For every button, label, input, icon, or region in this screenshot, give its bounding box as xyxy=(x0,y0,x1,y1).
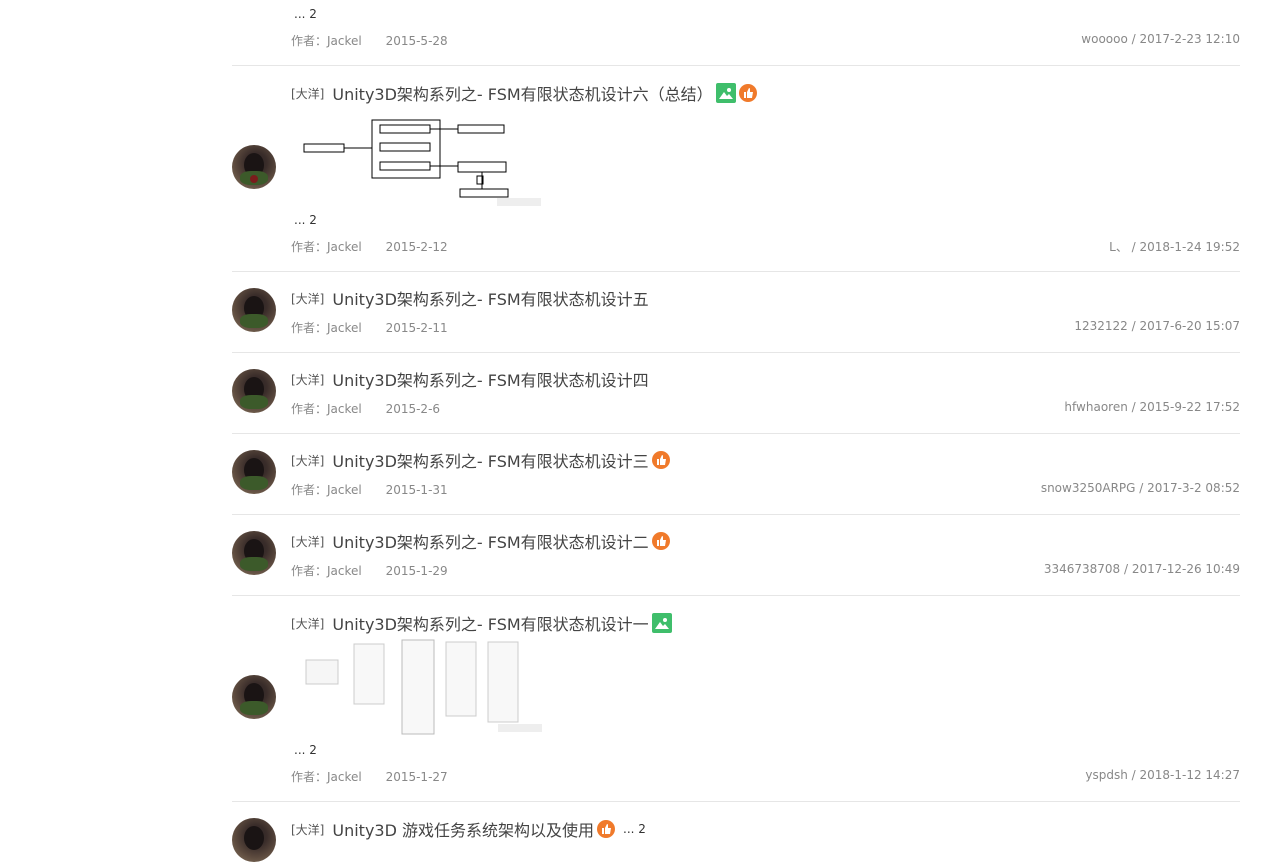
thread-title[interactable]: Unity3D架构系列之- FSM有限状态机设计四 xyxy=(332,367,648,391)
thread-thumbnail[interactable] xyxy=(302,116,552,206)
page-link[interactable]: ... 2 xyxy=(294,213,317,227)
author[interactable]: 作者：Jackel xyxy=(291,564,362,578)
avatar[interactable] xyxy=(232,531,276,575)
post-date: 2015-5-28 xyxy=(385,34,448,48)
thread-tag[interactable]: [大洋] xyxy=(291,290,324,307)
thread-title[interactable]: Unity3D架构系列之- FSM有限状态机设计一 xyxy=(332,611,648,635)
thread-title-line: [大洋] Unity3D架构系列之- FSM有限状态机设计四 xyxy=(291,368,649,390)
thread-title[interactable]: Unity3D架构系列之- FSM有限状态机设计三 xyxy=(332,448,648,472)
thread-item: [大洋] Unity3D架构系列之- FSM有限状态机设计六（总结） ... 2… xyxy=(232,66,1240,272)
avatar[interactable] xyxy=(232,369,276,413)
thumbs-up-icon xyxy=(651,451,670,469)
author[interactable]: 作者：Jackel xyxy=(291,321,362,335)
thread-thumbnail[interactable] xyxy=(302,638,552,738)
thread-tag[interactable]: [大洋] xyxy=(291,821,324,838)
thread-title-line: [大洋] Unity3D架构系列之- FSM有限状态机设计六（总结） xyxy=(291,82,757,104)
last-reply[interactable]: yspdsh / 2018-1-12 14:27 xyxy=(1085,768,1240,782)
author[interactable]: 作者：Jackel xyxy=(291,402,362,416)
author[interactable]: 作者：Jackel xyxy=(291,483,362,497)
thumbs-up-icon xyxy=(738,84,757,102)
thread-item: [大洋] Unity3D架构系列之- FSM有限状态机设计五 作者：Jackel… xyxy=(232,272,1240,353)
avatar[interactable] xyxy=(232,145,276,189)
page-link[interactable]: ... 2 xyxy=(294,7,317,21)
thread-tag[interactable]: [大洋] xyxy=(291,85,324,102)
thread-title-line: [大洋] Unity3D架构系列之- FSM有限状态机设计二 xyxy=(291,530,670,552)
thread-meta: 作者：Jackel 2015-1-29 xyxy=(291,562,468,579)
last-reply[interactable]: snow3250ARPG / 2017-3-2 08:52 xyxy=(1041,481,1240,495)
thread-title[interactable]: Unity3D架构系列之- FSM有限状态机设计六（总结） xyxy=(332,81,712,105)
thread-item: ... 2 作者：Jackel 2015-5-28 wooooo / 2017-… xyxy=(232,0,1240,66)
author[interactable]: 作者：Jackel xyxy=(291,240,362,254)
thread-title-line: [大洋] Unity3D 游戏任务系统架构以及使用 ... 2 xyxy=(291,818,646,840)
thumbs-up-icon xyxy=(597,820,616,838)
thread-item: [大洋] Unity3D架构系列之- FSM有限状态机设计二 作者：Jackel… xyxy=(232,515,1240,596)
thread-item: [大洋] Unity3D架构系列之- FSM有限状态机设计三 作者：Jackel… xyxy=(232,434,1240,515)
last-reply[interactable]: 3346738708 / 2017-12-26 10:49 xyxy=(1044,562,1240,576)
thread-item: [大洋] Unity3D 游戏任务系统架构以及使用 ... 2 xyxy=(232,802,1240,862)
thread-title-line: [大洋] Unity3D架构系列之- FSM有限状态机设计五 xyxy=(291,287,649,309)
thread-title-line: [大洋] Unity3D架构系列之- FSM有限状态机设计一 xyxy=(291,612,672,634)
post-date: 2015-2-6 xyxy=(385,402,441,416)
page-link[interactable]: ... 2 xyxy=(623,822,646,836)
post-date: 2015-1-31 xyxy=(385,483,448,497)
thread-item: [大洋] Unity3D架构系列之- FSM有限状态机设计一 ... 2 作者：… xyxy=(232,596,1240,802)
post-date: 2015-2-12 xyxy=(385,240,448,254)
post-date: 2015-1-29 xyxy=(385,564,448,578)
avatar[interactable] xyxy=(232,818,276,862)
thread-tag[interactable]: [大洋] xyxy=(291,371,324,388)
thread-title[interactable]: Unity3D架构系列之- FSM有限状态机设计五 xyxy=(332,286,648,310)
thread-meta: 作者：Jackel 2015-2-11 xyxy=(291,319,468,336)
post-date: 2015-2-11 xyxy=(385,321,448,335)
thumbs-up-icon xyxy=(651,532,670,550)
author[interactable]: 作者：Jackel xyxy=(291,770,362,784)
thread-tag[interactable]: [大洋] xyxy=(291,615,324,632)
thread-title[interactable]: Unity3D 游戏任务系统架构以及使用 xyxy=(332,817,594,841)
thread-meta: 作者：Jackel 2015-2-6 xyxy=(291,400,460,417)
last-reply[interactable]: hfwhaoren / 2015-9-22 17:52 xyxy=(1064,400,1240,414)
last-reply[interactable]: L、 / 2018-1-24 19:52 xyxy=(1109,238,1240,255)
thread-title[interactable]: Unity3D架构系列之- FSM有限状态机设计二 xyxy=(332,529,648,553)
author[interactable]: 作者：Jackel xyxy=(291,34,362,48)
image-icon xyxy=(715,83,736,103)
thread-meta: 作者：Jackel 2015-1-27 xyxy=(291,768,468,785)
avatar[interactable] xyxy=(232,450,276,494)
page-link[interactable]: ... 2 xyxy=(294,743,317,757)
thread-item: [大洋] Unity3D架构系列之- FSM有限状态机设计四 作者：Jackel… xyxy=(232,353,1240,434)
avatar[interactable] xyxy=(232,675,276,719)
thread-meta: 作者：Jackel 2015-5-28 xyxy=(291,32,468,49)
avatar[interactable] xyxy=(232,288,276,332)
thread-meta: 作者：Jackel 2015-2-12 xyxy=(291,238,468,255)
thread-tag[interactable]: [大洋] xyxy=(291,452,324,469)
last-reply[interactable]: wooooo / 2017-2-23 12:10 xyxy=(1081,32,1240,46)
thread-tag[interactable]: [大洋] xyxy=(291,533,324,550)
post-date: 2015-1-27 xyxy=(385,770,448,784)
last-reply[interactable]: 1232122 / 2017-6-20 15:07 xyxy=(1074,319,1240,333)
thread-meta: 作者：Jackel 2015-1-31 xyxy=(291,481,468,498)
thread-title-line: [大洋] Unity3D架构系列之- FSM有限状态机设计三 xyxy=(291,449,670,471)
image-icon xyxy=(651,613,672,633)
